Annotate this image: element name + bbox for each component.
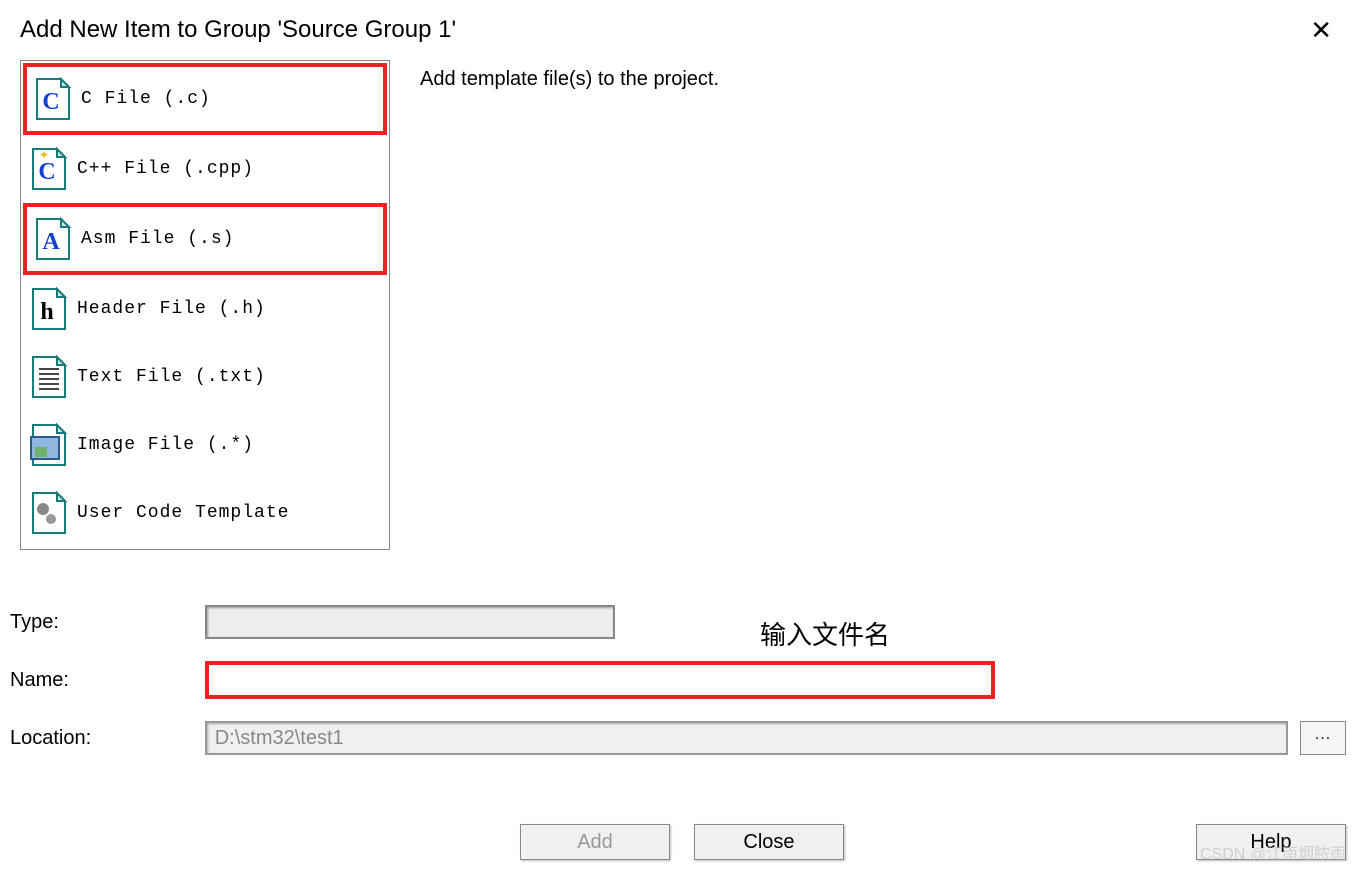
watermark: CSDN @江南烟脓雨 [1200,840,1346,864]
file-type-label: Image File (.*) [77,435,254,455]
browse-button[interactable]: ... [1300,721,1346,755]
add-button[interactable]: Add [520,824,670,860]
type-label: Type: [10,611,205,634]
file-type-label: C++ File (.cpp) [77,159,254,179]
svg-text:✦: ✦ [39,148,49,162]
svg-text:C: C [42,89,59,115]
button-bar: Add Close Help [0,814,1366,870]
location-field [205,721,1288,755]
h-file-icon: h [29,287,69,331]
svg-text:C: C [38,159,55,185]
file-type-label: Asm File (.s) [81,229,234,249]
name-field[interactable] [205,661,995,699]
file-type-label: Text File (.txt) [77,367,266,387]
name-label: Name: [10,669,205,692]
file-type-item[interactable]: C C File (.c) [23,63,387,135]
form-area: Type: Name: Location: ... [0,590,1366,760]
image-file-icon [29,423,69,467]
file-type-item[interactable]: h Header File (.h) [23,275,387,343]
file-type-label: C File (.c) [81,89,211,109]
file-type-label: Header File (.h) [77,299,266,319]
file-type-item[interactable]: Image File (.*) [23,411,387,479]
svg-text:h: h [40,299,53,325]
file-type-label: User Code Template [77,503,289,523]
location-label: Location: [10,727,205,750]
text-file-icon [29,355,69,399]
dialog-title: Add New Item to Group 'Source Group 1' [20,16,456,44]
add-new-item-dialog: Add New Item to Group 'Source Group 1' ✕… [0,0,1366,870]
close-button[interactable]: Close [694,824,844,860]
description-text: Add template file(s) to the project. [420,60,719,550]
svg-text:A: A [42,229,60,255]
file-type-item[interactable]: C✦ C++ File (.cpp) [23,135,387,203]
a-file-icon: A [33,217,73,261]
type-field [205,605,615,639]
c-file-icon: C [33,77,73,121]
user-template-icon [29,491,69,535]
close-icon[interactable]: ✕ [1296,9,1346,52]
annotation-input-filename: 输入文件名 [760,615,890,652]
file-type-item[interactable]: A Asm File (.s) [23,203,387,275]
file-type-item[interactable]: Text File (.txt) [23,343,387,411]
file-type-item[interactable]: User Code Template [23,479,387,547]
dialog-content: CC File (.c)C✦C++ File (.cpp)AAsm File (… [0,60,1366,550]
titlebar: Add New Item to Group 'Source Group 1' ✕ [0,0,1366,60]
c-file-icon: C✦ [29,147,69,191]
file-type-list[interactable]: CC File (.c)C✦C++ File (.cpp)AAsm File (… [20,60,390,550]
